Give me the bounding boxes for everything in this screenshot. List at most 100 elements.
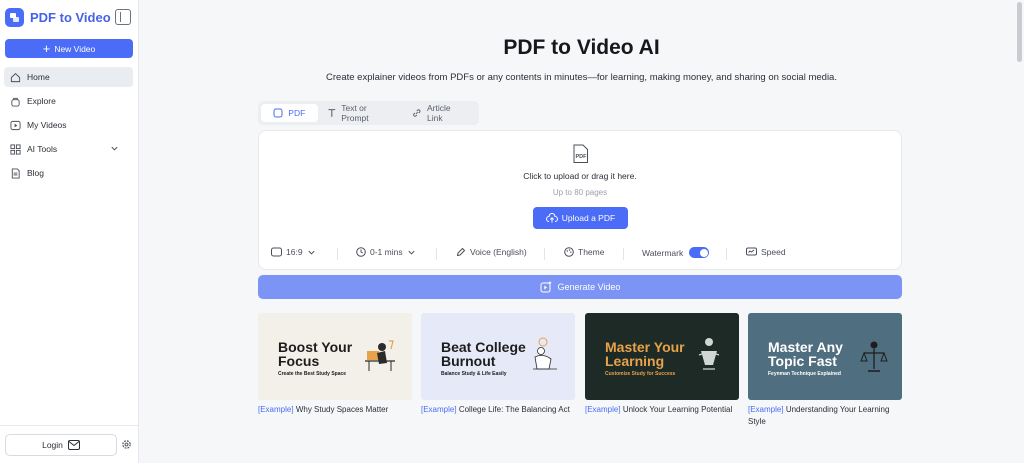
tab-pdf[interactable]: PDF — [261, 104, 318, 122]
example-caption[interactable]: [Example] Understanding Your Learning St… — [748, 404, 902, 428]
example-caption[interactable]: [Example] College Life: The Balancing Ac… — [421, 404, 575, 416]
document-icon — [11, 167, 20, 179]
example-card[interactable]: Master Any Topic Fast Feynman Technique … — [748, 313, 902, 428]
option-separator — [623, 248, 624, 260]
watermark-toggle[interactable]: Watermark — [642, 247, 710, 258]
thumbnail-subtitle: Customize Study for Success — [605, 371, 676, 377]
sidebar-item-label: Home — [27, 72, 50, 82]
example-tag: [Example] — [748, 405, 784, 414]
theme-select[interactable]: Theme — [564, 247, 604, 257]
aspect-ratio-value: 16:9 — [286, 247, 303, 257]
login-label: Login — [42, 440, 63, 450]
tab-article-link[interactable]: Article Link — [403, 103, 476, 123]
duration-value: 0-1 mins — [370, 247, 403, 257]
sidebar-item-label: My Videos — [27, 120, 67, 130]
option-separator — [544, 248, 545, 260]
example-thumbnail[interactable]: Beat College Burnout Balance Study & Lif… — [421, 313, 575, 400]
speed-select[interactable]: Speed — [746, 247, 786, 257]
thinker-figure-illustration — [698, 338, 720, 370]
example-tag: [Example] — [421, 405, 457, 414]
thumbnail-subtitle: Balance Study & Life Easily — [441, 371, 507, 377]
thumbnail-heading: Master Any Topic Fast — [768, 339, 843, 369]
example-card[interactable]: Beat College Burnout Balance Study & Lif… — [421, 313, 575, 416]
mail-icon — [67, 440, 80, 450]
example-title: Unlock Your Learning Potential — [622, 405, 733, 414]
cloud-upload-icon — [545, 213, 558, 223]
chevron-down-icon — [307, 250, 315, 255]
example-caption[interactable]: [Example] Why Study Spaces Matter — [258, 404, 412, 416]
upload-pdf-button[interactable]: Upload a PDF — [533, 207, 628, 229]
tab-label: Article Link — [427, 103, 451, 123]
new-video-button[interactable]: + New Video — [5, 39, 133, 58]
example-thumbnail[interactable]: Boost Your Focus Create the Best Study S… — [258, 313, 412, 400]
study-desk-illustration — [365, 340, 395, 371]
plus-icon: + — [42, 41, 51, 56]
example-tag: [Example] — [258, 405, 294, 414]
text-icon — [328, 109, 335, 117]
option-separator — [436, 248, 437, 260]
tab-label: Text or Prompt — [341, 103, 369, 123]
sidebar-item-ai-tools[interactable]: AI Tools — [4, 139, 133, 159]
voice-icon — [456, 247, 466, 257]
example-thumbnail[interactable]: Master Your Learning Customize Study for… — [585, 313, 739, 400]
chevron-down-icon — [111, 146, 118, 151]
explore-icon — [11, 97, 20, 107]
duration-select[interactable]: 0-1 mins — [356, 247, 420, 257]
brand-name: PDF to Video — [30, 10, 111, 25]
speed-label: Speed — [761, 247, 786, 257]
page-subtitle: Create explainer videos from PDFs or any… — [326, 72, 837, 83]
scales-illustration — [860, 341, 888, 372]
new-video-label: New Video — [54, 43, 96, 54]
video-options: 16:9 0-1 mins Voice (English) Theme Wate… — [259, 243, 901, 265]
sidebar-item-label: AI Tools — [27, 144, 58, 154]
example-card[interactable]: Boost Your Focus Create the Best Study S… — [258, 313, 412, 416]
thumbnail-heading: Boost Your Focus — [278, 339, 353, 369]
upload-hint: Click to upload or drag it here. — [523, 171, 637, 181]
palette-icon — [564, 247, 574, 257]
thumbnail-subtitle: Feynman Technique Explained — [768, 371, 841, 377]
example-thumbnail[interactable]: Master Any Topic Fast Feynman Technique … — [748, 313, 902, 400]
watermark-switch[interactable] — [689, 247, 710, 258]
aspect-ratio-select[interactable]: 16:9 — [271, 247, 320, 257]
watermark-label: Watermark — [642, 247, 684, 258]
example-title: Why Study Spaces Matter — [295, 405, 389, 414]
example-card[interactable]: Master Your Learning Customize Study for… — [585, 313, 739, 416]
voice-value: Voice (English) — [470, 247, 527, 257]
page-title: PDF to Video AI — [503, 36, 660, 59]
brand[interactable]: PDF to Video — [5, 8, 111, 27]
svg-text:PDF: PDF — [576, 154, 588, 160]
sidebar-item-explore[interactable]: Explore — [4, 91, 133, 111]
gear-icon[interactable] — [121, 439, 132, 450]
example-title: College Life: The Balancing Act — [458, 405, 570, 414]
sidebar-nav: Home Explore My Videos AI Tools Blog — [4, 67, 133, 187]
sparkle-video-icon — [540, 281, 551, 293]
sidebar-item-my-videos[interactable]: My Videos — [4, 115, 133, 135]
voice-select[interactable]: Voice (English) — [456, 247, 527, 257]
option-separator — [337, 248, 338, 260]
tab-text-or-prompt[interactable]: Text or Prompt — [318, 103, 404, 123]
theme-label: Theme — [578, 247, 605, 257]
thumbnail-heading: Master Your Learning — [605, 339, 685, 369]
pdf-file-icon: PDF — [573, 144, 588, 163]
aspect-ratio-icon — [271, 247, 282, 257]
link-icon — [413, 109, 421, 117]
sidebar-item-home[interactable]: Home — [4, 67, 133, 87]
generate-label: Generate Video — [557, 282, 621, 292]
pdf-icon — [273, 108, 283, 118]
home-icon — [10, 72, 21, 82]
example-tag: [Example] — [585, 405, 621, 414]
example-caption[interactable]: [Example] Unlock Your Learning Potential — [585, 404, 739, 416]
sidebar-item-label: Blog — [27, 168, 45, 178]
sidebar-item-blog[interactable]: Blog — [4, 163, 133, 183]
login-button[interactable]: Login — [5, 434, 117, 456]
brand-logo-icon — [5, 8, 24, 27]
thumbnail-subtitle: Create the Best Study Space — [278, 371, 347, 377]
source-tabs: PDF Text or Prompt Article Link — [258, 101, 479, 125]
sidebar: PDF to Video + New Video Home Explore My… — [0, 0, 139, 463]
page-scrollbar[interactable] — [1017, 2, 1022, 62]
tab-label: PDF — [288, 108, 306, 118]
generate-video-button[interactable]: Generate Video — [258, 275, 902, 299]
chevron-down-icon — [408, 250, 415, 255]
collapse-sidebar-icon[interactable] — [115, 9, 131, 25]
upload-dropzone[interactable]: PDF Click to upload or drag it here. Up … — [258, 130, 902, 270]
